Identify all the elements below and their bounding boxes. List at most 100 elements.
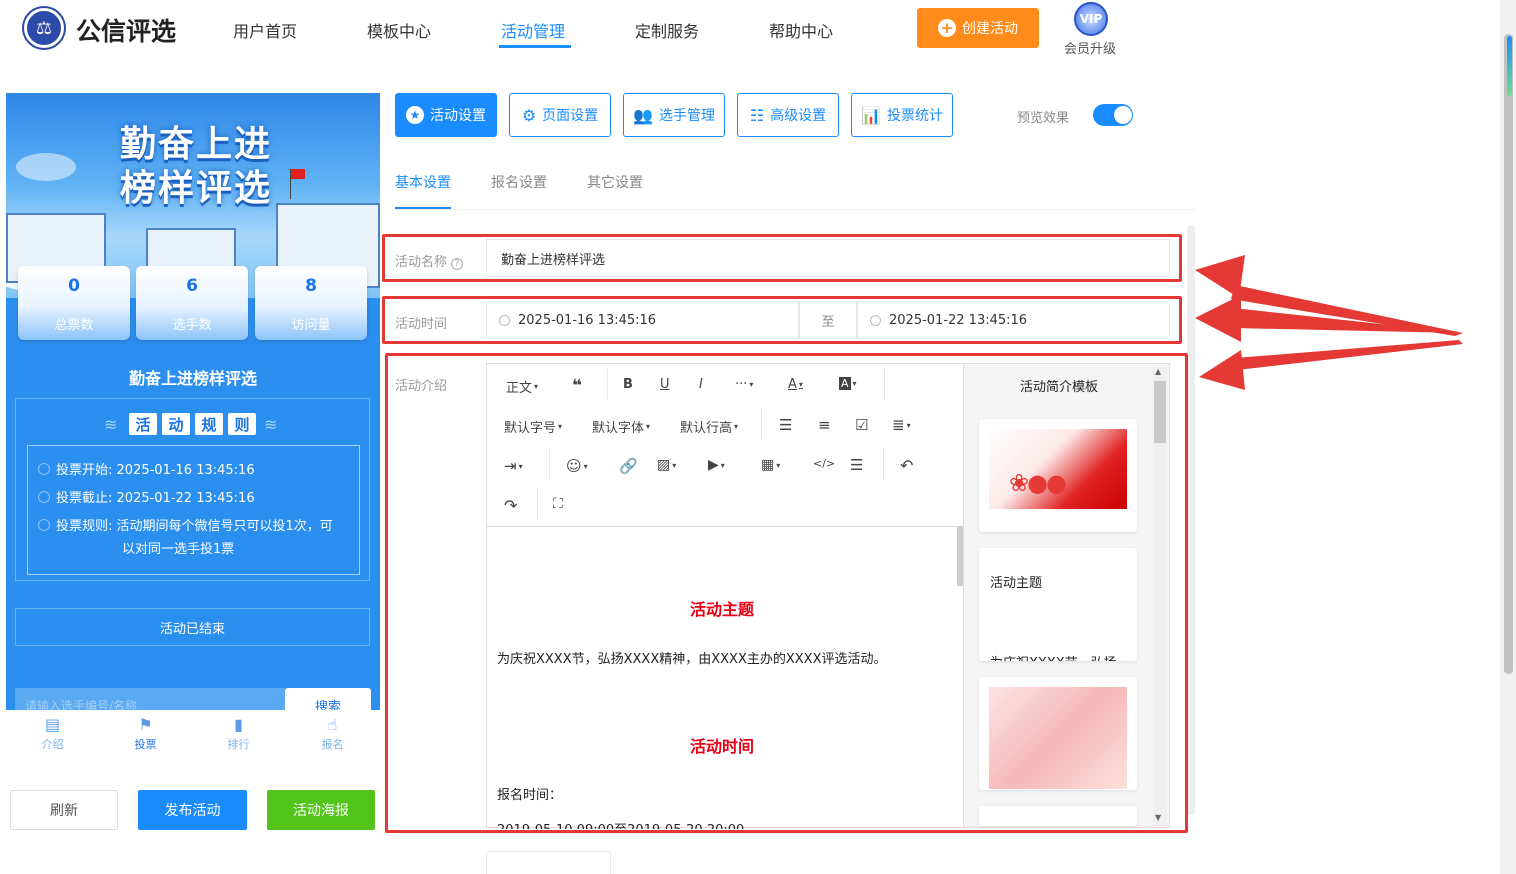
nav-user-home[interactable]: 用户首页 — [233, 18, 297, 42]
end-time-input[interactable]: 2025-01-22 13:45:16 — [857, 301, 1170, 339]
contestant-search-input[interactable]: 请输入选手编号/名称 — [15, 688, 285, 710]
page-settings-button[interactable]: ⚙ 页面设置 — [509, 93, 611, 137]
template-scrollbar-thumb[interactable] — [1154, 381, 1166, 443]
vip-upgrade-label[interactable]: 会员升级 — [1064, 38, 1116, 57]
plus-icon: + — [938, 19, 956, 37]
start-time-input[interactable]: 2025-01-16 13:45:16 — [486, 301, 799, 339]
arrow-1-head — [1195, 255, 1245, 298]
clock-icon — [499, 314, 510, 326]
rich-text-editor: 正文 ▾ ❝ B U I ··· ▾ A ▾ A ▾ 默认字号 ▾ 默认字体 ▾ 默认行高 ▾… — [486, 363, 965, 829]
tabs-divider — [395, 209, 1195, 210]
font-family-select[interactable]: 默认字体 ▾ — [592, 417, 650, 436]
line-height-select[interactable]: 默认行高 ▾ — [680, 417, 738, 436]
divider-icon[interactable]: ☰ — [850, 456, 863, 474]
refresh-button[interactable]: 刷新 — [10, 790, 118, 830]
banner-title: 勤奋上进 榜样评选 — [119, 124, 272, 209]
contestant-management-button[interactable]: 👥 选手管理 — [623, 93, 725, 137]
emoji-icon[interactable]: ☺ ▾ — [566, 457, 588, 475]
nav-custom-service[interactable]: 定制服务 — [635, 18, 699, 42]
flag-icon: ⚑ — [138, 715, 153, 734]
arrow-3-shaft — [1235, 340, 1463, 370]
template-card-2[interactable]: 活动主题 为庆祝XXXX节，弘扬 — [979, 548, 1137, 661]
stat-visits: 8 访问量 — [255, 266, 367, 340]
hand-pointer-icon: ☝ — [327, 715, 338, 734]
search-button[interactable]: 搜索 — [285, 688, 371, 710]
logo-text[interactable]: 公信评选 — [76, 12, 176, 48]
italic-icon[interactable]: I — [699, 377, 703, 392]
create-activity-button[interactable]: + 创建活动 — [917, 8, 1039, 48]
template-card-1[interactable]: ❀●● — [979, 419, 1137, 532]
active-tab-underline — [395, 207, 451, 209]
nav-help-center[interactable]: 帮助中心 — [769, 18, 833, 42]
page-scrollbar-thumb[interactable] — [1504, 34, 1513, 674]
activity-name-label: 活动名称? — [395, 251, 464, 270]
more-icon[interactable]: ··· ▾ — [735, 377, 753, 392]
template-card-3[interactable] — [979, 677, 1137, 790]
partial-input[interactable] — [486, 851, 611, 874]
nav-template-center[interactable]: 模板中心 — [367, 18, 431, 42]
logo-icon[interactable]: ⚖ — [24, 8, 64, 48]
redo-icon[interactable]: ↷ — [504, 496, 517, 515]
anniversary-graphic: ❀●● — [1009, 469, 1067, 497]
advanced-settings-button[interactable]: ☷ 高级设置 — [737, 93, 839, 137]
bar-chart-icon: ▮ — [234, 715, 243, 734]
scroll-down-icon[interactable]: ▼ — [1155, 813, 1161, 822]
activity-name-input[interactable]: 勤奋上进榜样评选 — [486, 239, 1170, 277]
arrow-3-head — [1199, 350, 1245, 390]
image-icon[interactable]: ▨ ▾ — [657, 457, 676, 473]
editor-content[interactable]: 活动主题 为庆祝XXXX节，弘扬XXXX精神，由XXXX主办的XXXX评选活动。… — [487, 526, 965, 829]
tab-basic-settings[interactable]: 基本设置 — [395, 172, 451, 192]
paragraph-select[interactable]: 正文 ▾ — [506, 377, 538, 396]
time-separator: 至 — [799, 301, 857, 339]
content-heading-theme: 活动主题 — [689, 600, 754, 619]
help-icon: ? — [451, 258, 464, 270]
checkbox-icon[interactable]: ☑ — [855, 416, 868, 434]
code-icon[interactable]: </> — [813, 457, 835, 470]
numbered-list-icon[interactable]: ≡ — [818, 416, 831, 434]
bullet-list-icon[interactable]: ☰ — [779, 416, 792, 434]
underline-icon[interactable]: U — [660, 377, 670, 392]
preview-activity-title: 勤奋上进榜样评选 — [128, 369, 257, 388]
activity-time-label: 活动时间 — [395, 317, 448, 332]
scroll-up-icon[interactable]: ▲ — [1155, 367, 1161, 376]
nav-active-underline — [499, 45, 571, 48]
clock-icon — [870, 314, 881, 326]
tab-signup-settings[interactable]: 报名设置 — [491, 172, 547, 192]
tab-signup[interactable]: ☝ 报名 — [286, 710, 379, 752]
vote-statistics-button[interactable]: 📊 投票统计 — [851, 93, 953, 137]
video-icon[interactable]: ▶ ▾ — [708, 457, 725, 473]
nav-activity-management[interactable]: 活动管理 — [501, 18, 565, 42]
form-scrollbar[interactable] — [1187, 225, 1195, 815]
tab-other-settings[interactable]: 其它设置 — [587, 172, 643, 192]
template-card-4[interactable] — [979, 806, 1137, 826]
tab-ranking[interactable]: ▮ 排行 — [192, 710, 285, 752]
editor-scrollbar[interactable] — [957, 526, 963, 586]
page-scrollbar-indicator — [1507, 36, 1512, 96]
bold-icon[interactable]: B — [623, 377, 633, 392]
rules-heading: 活 动 规 则 — [16, 413, 369, 435]
vip-icon[interactable]: VIP — [1074, 2, 1108, 36]
font-size-select[interactable]: 默认字号 ▾ — [504, 417, 562, 436]
background-color-icon[interactable]: A ▾ — [839, 377, 857, 390]
activity-settings-button[interactable]: ★ 活动设置 — [395, 93, 497, 137]
align-icon[interactable]: ≣ ▾ — [892, 416, 911, 434]
stat-total-votes: 0 总票数 — [18, 266, 130, 340]
activity-poster-button[interactable]: 活动海报 — [267, 790, 375, 830]
content-text-theme: 为庆祝XXXX节，弘扬XXXX精神，由XXXX主办的XXXX评选活动。 — [497, 652, 887, 667]
indent-icon[interactable]: ⇥ ▾ — [504, 457, 523, 475]
bar-chart-icon: 📊 — [861, 105, 881, 125]
list-gear-icon: ☷ — [749, 105, 765, 125]
activity-intro-label: 活动介绍 — [395, 379, 448, 394]
fullscreen-icon[interactable]: ⛶ — [553, 496, 563, 512]
table-icon[interactable]: ▦ ▾ — [761, 457, 780, 473]
undo-icon[interactable]: ↶ — [900, 456, 913, 475]
vote-end-line: 投票截止: 2025-01-22 13:45:16 — [38, 488, 255, 510]
tab-intro[interactable]: ▤ 介绍 — [6, 710, 99, 752]
publish-activity-button[interactable]: 发布活动 — [138, 790, 247, 830]
users-icon: 👥 — [633, 105, 653, 125]
preview-effect-label: 预览效果 — [1017, 111, 1070, 126]
link-icon[interactable]: 🔗 — [619, 457, 638, 475]
font-color-icon[interactable]: A ▾ — [788, 377, 803, 392]
tab-vote[interactable]: ⚑ 投票 — [99, 710, 192, 752]
quote-icon[interactable]: ❝ — [572, 376, 582, 396]
